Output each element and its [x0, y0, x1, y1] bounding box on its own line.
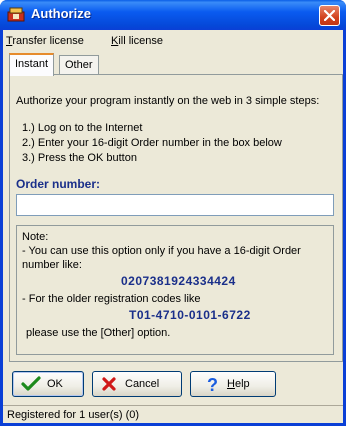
cross-icon [102, 377, 116, 391]
tab-other-label: Other [65, 59, 93, 71]
order-number-label: Order number: [16, 177, 101, 191]
step-item: 3.) Press the OK button [22, 152, 137, 164]
tab-other[interactable]: Other [59, 55, 99, 75]
tab-instant-label: Instant [15, 58, 49, 70]
tab-bar: Instant Other [3, 53, 343, 76]
help-button-label: Help [227, 378, 250, 390]
example-order-number: 0207381924334424 [121, 274, 236, 288]
status-text: Registered for 1 user(s) (0) [7, 409, 140, 421]
step-item: 2.) Enter your 16-digit Order number in … [22, 137, 282, 149]
status-bar: Registered for 1 user(s) (0) [3, 405, 343, 423]
menu-kill-license[interactable]: Kill license [111, 35, 163, 47]
cancel-button-label: Cancel [125, 378, 160, 390]
order-number-input[interactable] [16, 194, 334, 216]
close-button[interactable] [319, 5, 340, 26]
step-item: 1.) Log on to the Internet [22, 122, 143, 134]
example-registration-code: T01-4710-0101-6722 [129, 308, 251, 322]
menu-transfer-license[interactable]: Transfer license [6, 35, 84, 47]
help-button[interactable]: ? Help [190, 371, 276, 397]
steps-list: 1.) Log on to the Internet 2.) Enter you… [22, 121, 282, 166]
title-bar[interactable]: Authorize [0, 0, 346, 30]
question-mark-icon: ? [207, 375, 218, 393]
ok-button-label: OK [47, 378, 63, 390]
instant-panel: Authorize your program instantly on the … [9, 74, 343, 362]
note-line: - For the older registration codes like [22, 293, 201, 305]
svg-text:?: ? [207, 375, 218, 393]
note-box: Note: - You can use this option only if … [16, 225, 334, 355]
tab-instant[interactable]: Instant [9, 53, 55, 76]
intro-text: Authorize your program instantly on the … [16, 95, 320, 107]
checkmark-icon [21, 376, 41, 391]
note-title: Note: [22, 231, 49, 243]
ok-button[interactable]: OK [12, 371, 84, 397]
app-icon [7, 6, 25, 22]
close-icon [324, 10, 335, 21]
note-line: please use the [Other] option. [26, 327, 171, 339]
note-line: - You can use this option only if you ha… [22, 245, 301, 257]
note-line: number like: [22, 259, 82, 271]
menu-bar: Transfer license Kill license [3, 33, 343, 51]
cancel-button[interactable]: Cancel [92, 371, 182, 397]
authorize-dialog: Authorize Transfer license Kill license … [0, 0, 346, 426]
window-title: Authorize [31, 6, 91, 21]
